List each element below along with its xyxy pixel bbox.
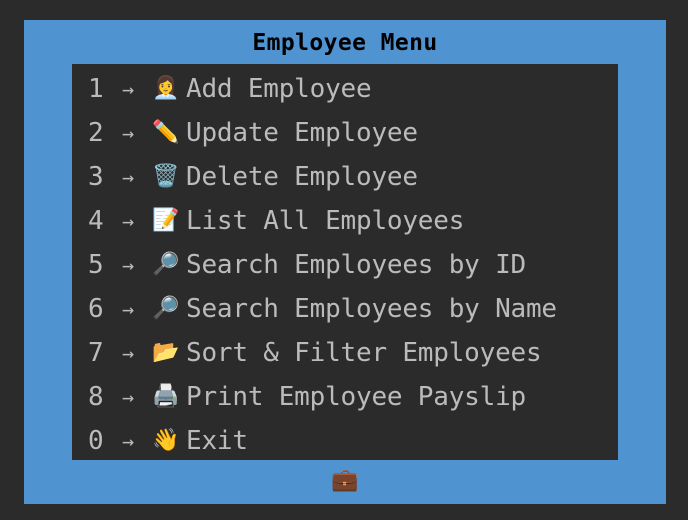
- menu-item-label: Print Employee Payslip: [186, 382, 526, 412]
- menu-item-label: Search Employees by Name: [186, 294, 557, 324]
- menu-item-search-by-id[interactable]: 5 → 🔎 Search Employees by ID: [88, 243, 557, 287]
- menu-item-key: 6: [88, 294, 104, 324]
- wastebasket-icon: 🗑️: [152, 164, 180, 189]
- menu-item-label: Sort & Filter Employees: [186, 338, 542, 368]
- menu-item-key: 0: [88, 426, 104, 456]
- menu-item-delete-employee[interactable]: 3 → 🗑️ Delete Employee: [88, 155, 557, 199]
- menu-item-search-by-name[interactable]: 6 → 🔎 Search Employees by Name: [88, 287, 557, 331]
- menu-item-key: 1: [88, 74, 104, 104]
- menu-item-key: 8: [88, 382, 104, 412]
- menu-item-key: 2: [88, 118, 104, 148]
- menu-item-add-employee[interactable]: 1 → 👩‍💼 Add Employee: [88, 67, 557, 111]
- menu-item-label: Update Employee: [186, 118, 418, 148]
- menu-item-key: 3: [88, 162, 104, 192]
- open-folder-icon: 📂: [152, 340, 180, 365]
- arrow-right-icon: →: [121, 297, 135, 321]
- menu-item-print-payslip[interactable]: 8 → 🖨️ Print Employee Payslip: [88, 375, 557, 419]
- menu-list: 1 → 👩‍💼 Add Employee 2 → ✏️ Update Emplo…: [88, 67, 557, 463]
- pencil-icon: ✏️: [152, 120, 180, 145]
- menu-frame: Employee Menu 1 → 👩‍💼 Add Employee 2 → ✏…: [24, 20, 666, 504]
- menu-item-label: List All Employees: [186, 206, 465, 236]
- menu-item-label: Delete Employee: [186, 162, 418, 192]
- arrow-right-icon: →: [121, 77, 135, 101]
- briefcase-icon: 💼: [331, 468, 359, 493]
- arrow-right-icon: →: [121, 385, 135, 409]
- printer-icon: 🖨️: [152, 384, 180, 409]
- waving-hand-icon: 👋: [152, 428, 180, 453]
- woman-office-worker-icon: 👩‍💼: [152, 76, 180, 101]
- magnifying-glass-icon: 🔎: [152, 252, 180, 277]
- menu-item-list-all-employees[interactable]: 4 → 📝 List All Employees: [88, 199, 557, 243]
- menu-item-exit[interactable]: 0 → 👋 Exit: [88, 419, 557, 463]
- menu-item-key: 4: [88, 206, 104, 236]
- memo-icon: 📝: [152, 208, 180, 233]
- menu-item-update-employee[interactable]: 2 → ✏️ Update Employee: [88, 111, 557, 155]
- arrow-right-icon: →: [121, 253, 135, 277]
- menu-title: Employee Menu: [252, 30, 438, 56]
- arrow-right-icon: →: [121, 209, 135, 233]
- arrow-right-icon: →: [121, 429, 135, 453]
- menu-panel: 1 → 👩‍💼 Add Employee 2 → ✏️ Update Emplo…: [72, 64, 618, 460]
- menu-item-key: 7: [88, 338, 104, 368]
- arrow-right-icon: →: [121, 165, 135, 189]
- menu-item-sort-filter[interactable]: 7 → 📂 Sort & Filter Employees: [88, 331, 557, 375]
- arrow-right-icon: →: [121, 341, 135, 365]
- menu-item-label: Search Employees by ID: [186, 250, 526, 280]
- menu-item-label: Exit: [186, 426, 248, 456]
- arrow-right-icon: →: [121, 121, 135, 145]
- menu-item-label: Add Employee: [186, 74, 372, 104]
- magnifying-glass-icon: 🔎: [152, 296, 180, 321]
- menu-item-key: 5: [88, 250, 104, 280]
